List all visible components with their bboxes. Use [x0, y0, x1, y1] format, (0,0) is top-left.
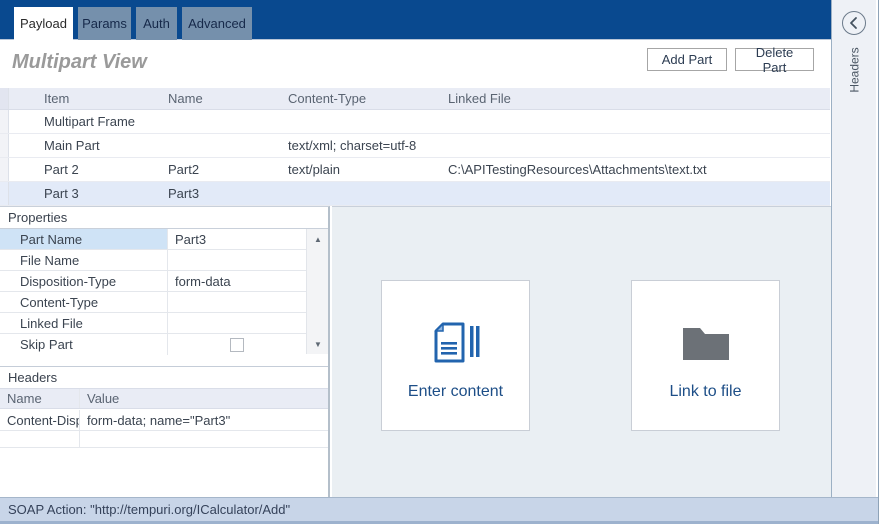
cell-item: Part 3	[44, 186, 79, 201]
cell-item: Part 2	[44, 162, 79, 177]
headers-grid-header: Name Value	[0, 388, 328, 409]
cell-linked-file	[440, 182, 830, 205]
enter-content-label: Enter content	[407, 383, 504, 400]
tab-payload[interactable]: Payload	[14, 7, 73, 40]
header-row-empty[interactable]	[0, 431, 328, 448]
cell-name: Part3	[168, 186, 200, 201]
cell-name	[160, 134, 280, 157]
multipart-grid: Item Name Content-Type Linked File Multi…	[0, 88, 830, 206]
property-value-input[interactable]	[168, 292, 306, 312]
table-row[interactable]: Multipart Frame	[0, 110, 830, 134]
row-gutter[interactable]	[0, 158, 9, 181]
collapsed-headers-panel: Headers	[831, 0, 876, 497]
cell-content-type	[280, 182, 440, 205]
side-panel-label: Headers	[847, 47, 862, 93]
column-header-content-type[interactable]: Content-Type	[280, 88, 440, 109]
column-header-item[interactable]: Item	[9, 88, 160, 109]
scroll-up-icon[interactable]: ▲	[307, 231, 329, 247]
properties-grid: Part Name Part3 File Name Disposition-Ty…	[0, 228, 328, 355]
property-label: Skip Part	[0, 334, 168, 355]
property-value-input[interactable]	[168, 313, 306, 333]
header-value-cell[interactable]	[81, 431, 328, 447]
cell-item: Main Part	[44, 138, 100, 153]
document-content-icon	[431, 317, 481, 369]
page-title: Multipart View	[12, 51, 147, 73]
tab-params[interactable]: Params	[78, 7, 131, 40]
property-value-input[interactable]	[168, 250, 306, 270]
row-gutter	[0, 88, 9, 109]
cell-content-type	[280, 110, 440, 133]
scroll-down-icon[interactable]: ▼	[307, 336, 329, 352]
row-gutter[interactable]	[0, 110, 9, 133]
part-content-area: Enter content Link to file	[332, 206, 831, 497]
cell-linked-file: C:\APITestingResources\Attachments\text.…	[448, 162, 707, 177]
multipart-toolbar: Multipart View Add Part Delete Part	[0, 41, 831, 88]
cell-content-type: text/xml; charset=utf-8	[288, 138, 417, 153]
property-row-part-name[interactable]: Part Name Part3	[0, 229, 306, 250]
tab-auth[interactable]: Auth	[136, 7, 177, 40]
header-value-cell[interactable]: form-data; name="Part3"	[81, 410, 328, 430]
header-row-content-disposition[interactable]: Content-Disposition form-data; name="Par…	[0, 410, 328, 431]
property-label: Content-Type	[0, 292, 168, 312]
properties-panel-title: Properties	[8, 210, 68, 225]
property-label: File Name	[0, 250, 168, 270]
table-row[interactable]: Part 2 Part2 text/plain C:\APITestingRes…	[0, 158, 830, 182]
properties-scrollbar[interactable]: ▲ ▼	[306, 229, 328, 354]
property-row-linked-file[interactable]: Linked File	[0, 313, 306, 334]
column-header-linked-file[interactable]: Linked File	[440, 88, 830, 109]
property-row-skip-part[interactable]: Skip Part	[0, 334, 306, 355]
grid-header-row: Item Name Content-Type Linked File	[0, 88, 830, 110]
table-row-selected[interactable]: Part 3 Part3	[0, 182, 830, 206]
cell-linked-file	[440, 110, 830, 133]
table-row[interactable]: Main Part text/xml; charset=utf-8	[0, 134, 830, 158]
property-label: Part Name	[0, 229, 168, 249]
row-gutter[interactable]	[0, 134, 9, 157]
property-value-input[interactable]: Part3	[168, 229, 306, 249]
property-row-disposition-type[interactable]: Disposition-Type form-data	[0, 271, 306, 292]
headers-panel-title: Headers	[0, 366, 328, 388]
status-bar: SOAP Action: "http://tempuri.org/ICalcul…	[0, 497, 878, 521]
folder-icon	[680, 317, 732, 369]
skip-part-checkbox[interactable]	[230, 337, 244, 352]
header-name-cell[interactable]	[0, 431, 80, 447]
side-panel-tab-headers[interactable]: Headers	[832, 38, 877, 102]
property-value-input[interactable]: form-data	[168, 271, 306, 291]
delete-part-button[interactable]: Delete Part	[735, 45, 814, 75]
chevron-left-icon	[850, 17, 857, 29]
cell-name	[160, 110, 280, 133]
property-label: Disposition-Type	[0, 271, 168, 291]
enter-content-button[interactable]: Enter content	[381, 280, 530, 431]
part-detail-panel: Properties Part Name Part3 File Name Dis…	[0, 206, 330, 497]
soap-action-text: SOAP Action: "http://tempuri.org/ICalcul…	[8, 502, 291, 517]
tab-advanced[interactable]: Advanced	[182, 7, 252, 40]
column-header-value[interactable]: Value	[81, 389, 328, 408]
link-to-file-button[interactable]: Link to file	[631, 280, 780, 431]
property-row-file-name[interactable]: File Name	[0, 250, 306, 271]
cell-linked-file	[440, 134, 830, 157]
property-row-content-type[interactable]: Content-Type	[0, 292, 306, 313]
column-header-name[interactable]: Name	[160, 88, 280, 109]
row-gutter[interactable]	[0, 182, 9, 205]
cell-name: Part2	[168, 162, 200, 177]
property-label: Linked File	[0, 313, 168, 333]
cell-content-type: text/plain	[288, 162, 341, 177]
column-header-name[interactable]: Name	[0, 389, 80, 408]
add-part-button[interactable]: Add Part	[647, 48, 727, 71]
expand-panel-button[interactable]	[842, 11, 866, 35]
lower-region: Properties Part Name Part3 File Name Dis…	[0, 206, 831, 497]
app-window: Payload Params Auth Advanced Multipart V…	[0, 0, 879, 524]
link-to-file-label: Link to file	[669, 383, 742, 400]
property-value-cell	[168, 334, 306, 355]
cell-item: Multipart Frame	[44, 114, 136, 129]
header-name-cell[interactable]: Content-Disposition	[0, 410, 80, 430]
tab-bar: Payload Params Auth Advanced	[0, 0, 831, 40]
